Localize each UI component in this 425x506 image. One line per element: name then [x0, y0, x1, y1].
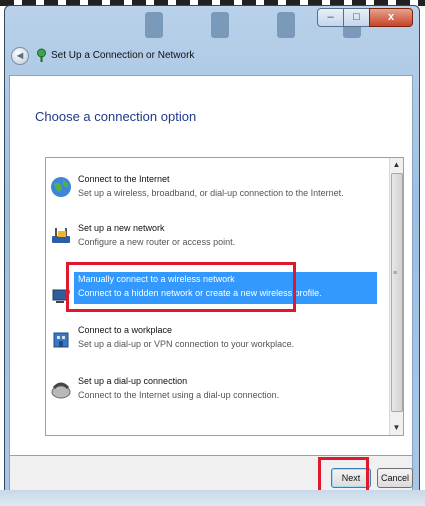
highlight-box-selected-option: [66, 262, 296, 312]
workplace-icon: [50, 327, 72, 349]
option-description: Connect to the Internet using a dial-up …: [78, 390, 280, 400]
back-button[interactable]: ◄: [11, 47, 29, 65]
option-description: Set up a wireless, broadband, or dial-up…: [78, 188, 344, 198]
maximize-button[interactable]: □: [343, 8, 369, 27]
close-button[interactable]: x: [369, 8, 413, 27]
window-controls: – □ x: [317, 8, 413, 27]
network-setup-icon: [35, 48, 48, 66]
title-bar: – □ x ◄ Set Up a Connection or Network: [5, 6, 419, 72]
option-new-network[interactable]: Set up a new network Configure a new rou…: [50, 221, 386, 257]
scroll-thumb[interactable]: [391, 173, 403, 412]
option-dialup[interactable]: Set up a dial-up connection Connect to t…: [50, 374, 386, 410]
minimize-button[interactable]: –: [317, 8, 343, 27]
phone-modem-icon: [50, 378, 72, 400]
cancel-button[interactable]: Cancel: [377, 468, 413, 488]
list-scrollbar[interactable]: ▲ ≡ ▼: [389, 158, 403, 435]
scroll-down-arrow-icon[interactable]: ▼: [390, 421, 403, 435]
option-title: Set up a dial-up connection: [78, 376, 188, 386]
dialog-window: – □ x ◄ Set Up a Connection or Network C…: [4, 5, 420, 502]
option-description: Set up a dial-up or VPN connection to yo…: [78, 339, 295, 349]
scroll-up-arrow-icon[interactable]: ▲: [390, 158, 403, 172]
option-description: Configure a new router or access point.: [78, 237, 236, 247]
taskbar-strip: [0, 490, 425, 506]
router-icon: [50, 225, 72, 247]
page-heading: Choose a connection option: [35, 109, 197, 124]
window-title: Set Up a Connection or Network: [51, 50, 195, 61]
scroll-grip-icon: ≡: [393, 270, 398, 277]
option-title: Connect to a workplace: [78, 325, 173, 335]
globe-icon: [50, 176, 72, 198]
option-connect-internet[interactable]: Connect to the Internet Set up a wireles…: [50, 172, 386, 208]
option-workplace[interactable]: Connect to a workplace Set up a dial-up …: [50, 323, 386, 359]
option-title: Connect to the Internet: [78, 174, 170, 184]
option-title: Set up a new network: [78, 223, 165, 233]
